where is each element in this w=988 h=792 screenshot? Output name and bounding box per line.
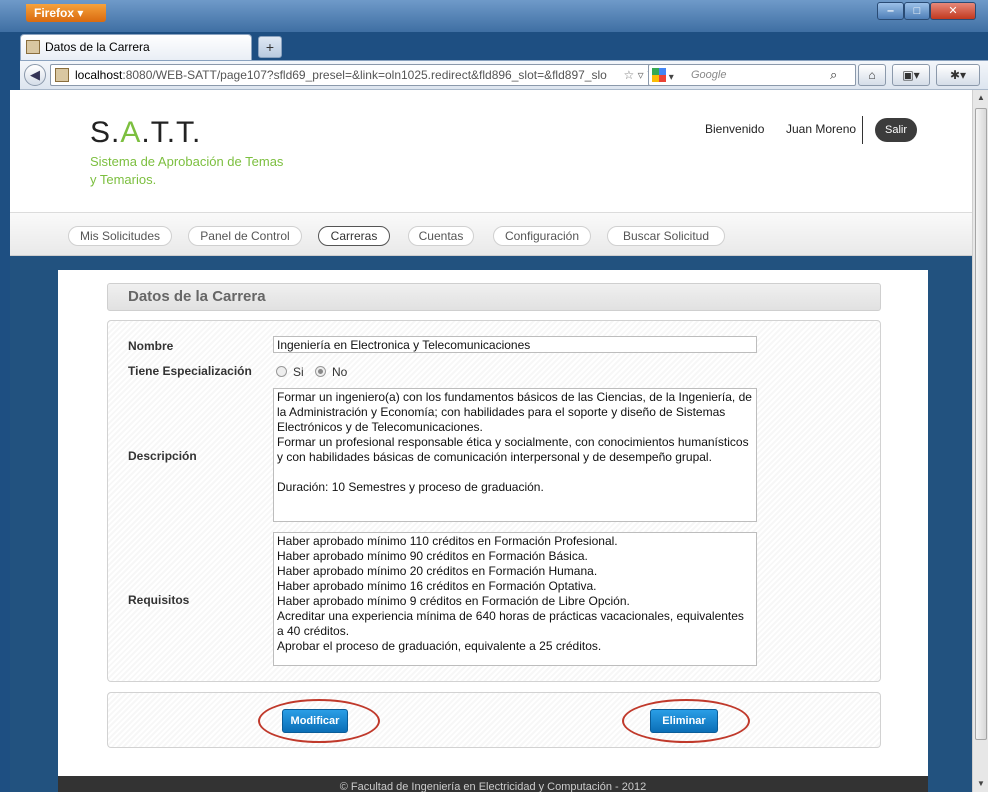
new-tab-button[interactable]: + [258,36,282,58]
url-path: :8080/WEB-SATT/page107?sfld69_presel=&li… [122,68,607,82]
home-icon[interactable]: ⌂ [858,64,886,86]
requisitos-label: Requisitos [128,593,190,607]
search-magnifier-icon[interactable]: ⌕ [830,67,837,83]
address-bar[interactable]: localhost:8080/WEB-SATT/page107?sfld69_p… [50,64,662,86]
firefox-menu-button[interactable]: Firefox ▾ [26,4,106,22]
delete-button[interactable]: Eliminar [650,709,718,733]
page-footer: © Facultad de Ingeniería en Electricidad… [58,776,928,792]
satt-logo[interactable]: S.A.T.T. [90,116,201,150]
radio-si[interactable] [276,366,287,377]
radio-no[interactable] [315,366,327,377]
especializacion-label: Tiene Especialización [128,364,252,378]
menu-item-mis-solicitudes[interactable]: Mis Solicitudes [68,226,172,246]
tab-datos-carrera[interactable]: Datos de la Carrera [20,34,252,60]
url-host: localhost [75,68,123,82]
tab-title: Datos de la Carrera [45,40,150,54]
site-header: S.A.T.T. Sistema de Aprobación de Temas … [10,90,972,212]
menu-item-cuentas[interactable]: Cuentas [408,226,474,246]
user-name[interactable]: Juan Moreno [786,122,856,136]
back-arrow-icon[interactable]: ◀ [24,64,46,86]
nombre-field[interactable]: Ingeniería en Electronica y Telecomunica… [273,336,757,353]
descripcion-textarea[interactable]: Formar un ingeniero(a) con los fundament… [273,388,757,522]
search-placeholder: Google [691,69,727,81]
menu-item-carreras[interactable]: Carreras [318,226,390,246]
scroll-up-icon[interactable]: ▲ [973,90,988,106]
radio-si-label: Si [293,365,304,379]
search-input[interactable]: ▾ Google [648,64,856,86]
firefox-menu-label: Firefox [34,6,75,20]
site-slogan: Sistema de Aprobación de Temas y Temario… [90,154,284,187]
especializacion-radio-group: Si No [276,365,347,379]
nombre-label: Nombre [128,339,174,353]
menu-item-configuracion[interactable]: Configuración [493,226,591,246]
user-divider [862,116,863,144]
scroll-thumb[interactable] [975,108,987,740]
modify-button[interactable]: Modificar [282,709,348,733]
minimize-icon[interactable]: ‒ [877,2,904,20]
section-title: Datos de la Carrera [107,283,881,311]
menu-item-panel-control[interactable]: Panel de Control [188,226,302,246]
requisitos-textarea[interactable]: Haber aprobado mínimo 110 créditos en Fo… [273,532,757,666]
navigation-toolbar: ◀ localhost:8080/WEB-SATT/page107?sfld69… [20,60,988,90]
bookmarks-menu-icon[interactable]: ▣▾ [892,64,930,86]
actions-panel: Modificar Eliminar [107,692,881,748]
main-menu: Mis Solicitudes Panel de Control Carrera… [10,212,972,256]
descripcion-label: Descripción [128,449,197,463]
vertical-scrollbar[interactable]: ▲ ▼ [972,90,988,792]
menu-item-buscar-solicitud[interactable]: Buscar Solicitud [607,226,725,246]
extension-icon[interactable]: ✱▾ [936,64,980,86]
scroll-down-icon[interactable]: ▼ [973,776,988,792]
logo-accent: A [120,116,142,149]
site-favicon-icon [55,68,69,82]
close-icon[interactable]: ✕ [930,2,976,20]
radio-no-label: No [332,365,348,379]
page-viewport: S.A.T.T. Sistema de Aprobación de Temas … [10,90,972,792]
logout-button[interactable]: Salir [875,118,917,142]
logo-suffix: .T.T. [141,116,202,149]
maximize-icon[interactable]: □ [904,2,930,20]
page-favicon-icon [26,40,40,54]
window-titlebar: Firefox ▾ ‒ □ ✕ [0,0,988,32]
logo-prefix: S. [90,116,121,149]
career-details-panel: Nombre Ingeniería en Electronica y Telec… [107,320,881,682]
welcome-text: Bienvenido [705,122,765,136]
google-icon[interactable]: ▾ [652,68,686,83]
